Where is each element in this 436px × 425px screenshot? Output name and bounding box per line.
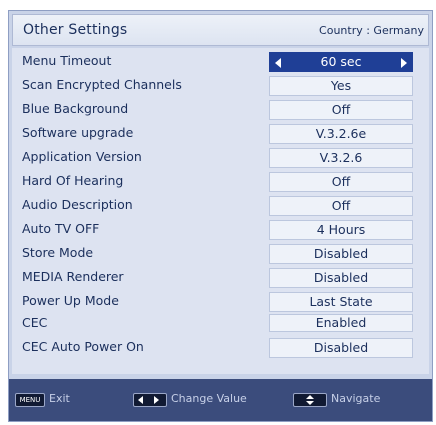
setting-label: Auto TV OFF xyxy=(22,221,100,236)
left-right-arrows-icon xyxy=(133,393,167,407)
setting-value[interactable]: Off xyxy=(269,196,413,216)
settings-window: Other Settings Country : Germany Menu Ti… xyxy=(8,10,433,422)
country-indicator: Country : Germany xyxy=(319,24,424,37)
menu-key-icon: MENU xyxy=(15,393,45,407)
setting-label: CEC xyxy=(22,315,48,330)
setting-value[interactable]: Yes xyxy=(269,76,413,96)
setting-value[interactable]: Disabled xyxy=(269,338,413,358)
setting-row-software-upgrade[interactable]: Software upgrade V.3.2.6e xyxy=(12,122,429,146)
setting-value[interactable]: Disabled xyxy=(269,244,413,264)
setting-row-media-renderer[interactable]: MEDIA Renderer Disabled xyxy=(12,266,429,290)
setting-label: MEDIA Renderer xyxy=(22,269,124,284)
setting-value-selector[interactable]: 60 sec xyxy=(269,52,413,72)
setting-row-power-up-mode[interactable]: Power Up Mode Last State xyxy=(12,290,429,314)
setting-value[interactable]: Enabled xyxy=(269,314,413,332)
setting-value[interactable]: Off xyxy=(269,172,413,192)
setting-label: Store Mode xyxy=(22,245,94,260)
setting-row-cec-auto-power-on[interactable]: CEC Auto Power On Disabled xyxy=(12,336,429,360)
setting-label: Software upgrade xyxy=(22,125,134,140)
setting-label: Power Up Mode xyxy=(22,293,119,308)
setting-row-audio-description[interactable]: Audio Description Off xyxy=(12,194,429,218)
setting-label: Blue Background xyxy=(22,101,129,116)
setting-value[interactable]: Disabled xyxy=(269,268,413,288)
arrow-left-icon[interactable] xyxy=(275,58,281,68)
setting-value[interactable]: Off xyxy=(269,100,413,120)
settings-list: Menu Timeout 60 sec Scan Encrypted Chann… xyxy=(12,48,429,374)
up-down-arrows-icon xyxy=(293,393,327,407)
setting-value[interactable]: V.3.2.6 xyxy=(269,148,413,168)
setting-value[interactable]: 4 Hours xyxy=(269,220,413,240)
setting-row-cec[interactable]: CEC Enabled xyxy=(12,314,429,334)
footer-hint-bar: MENU Exit Change Value Navigate xyxy=(9,379,432,421)
setting-value[interactable]: V.3.2.6e xyxy=(269,124,413,144)
setting-value: 60 sec xyxy=(320,54,362,69)
setting-label: CEC Auto Power On xyxy=(22,339,144,354)
setting-row-application-version[interactable]: Application Version V.3.2.6 xyxy=(12,146,429,170)
page-title: Other Settings xyxy=(23,22,128,38)
arrow-right-icon[interactable] xyxy=(401,58,407,68)
title-bar: Other Settings Country : Germany xyxy=(12,14,429,46)
setting-label: Audio Description xyxy=(22,197,133,212)
setting-row-store-mode[interactable]: Store Mode Disabled xyxy=(12,242,429,266)
setting-row-blue-background[interactable]: Blue Background Off xyxy=(12,98,429,122)
setting-label: Scan Encrypted Channels xyxy=(22,77,182,92)
navigate-hint: Navigate xyxy=(331,392,381,405)
setting-row-auto-tv-off[interactable]: Auto TV OFF 4 Hours xyxy=(12,218,429,242)
exit-hint: Exit xyxy=(49,392,70,405)
setting-row-menu-timeout[interactable]: Menu Timeout 60 sec xyxy=(12,50,429,74)
setting-label: Hard Of Hearing xyxy=(22,173,124,188)
change-value-hint: Change Value xyxy=(171,392,247,405)
setting-label: Menu Timeout xyxy=(22,53,112,68)
setting-row-scan-encrypted[interactable]: Scan Encrypted Channels Yes xyxy=(12,74,429,98)
setting-row-hard-of-hearing[interactable]: Hard Of Hearing Off xyxy=(12,170,429,194)
setting-value[interactable]: Last State xyxy=(269,292,413,312)
setting-label: Application Version xyxy=(22,149,142,164)
